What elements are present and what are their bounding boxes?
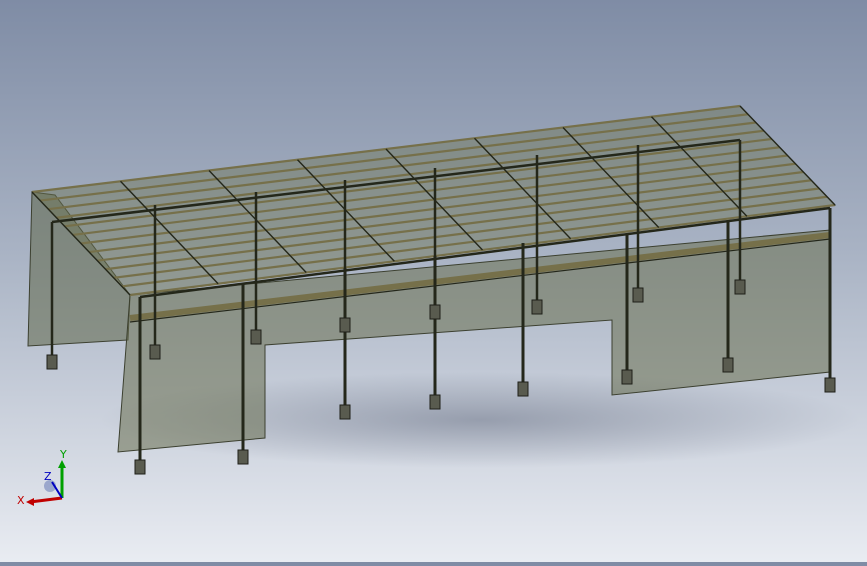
column-footing [517, 381, 529, 397]
y-axis-label: Y [59, 448, 67, 461]
x-axis-icon [29, 496, 63, 504]
column-footing [632, 287, 644, 303]
column-footing [734, 279, 746, 295]
y-arrow-icon [58, 460, 66, 468]
column-footing [621, 369, 633, 385]
z-axis-label: Z [44, 470, 52, 483]
column-footing [824, 377, 836, 393]
orientation-triad: X Y Z [14, 444, 84, 514]
x-arrow-icon [26, 498, 34, 506]
column-footing [429, 304, 441, 320]
column-footing [46, 354, 58, 370]
column-footing [250, 329, 262, 345]
column-footing [134, 459, 146, 475]
column-footing [429, 394, 441, 410]
x-axis-label: X [17, 494, 25, 507]
canopy-model[interactable] [0, 0, 867, 562]
column-footing [149, 344, 161, 360]
column-footing [237, 449, 249, 465]
column-footing [339, 317, 351, 333]
column-footing [339, 404, 351, 420]
graphics-viewport[interactable]: X Y Z [0, 0, 867, 562]
column-footing [531, 299, 543, 315]
column-footing [722, 357, 734, 373]
